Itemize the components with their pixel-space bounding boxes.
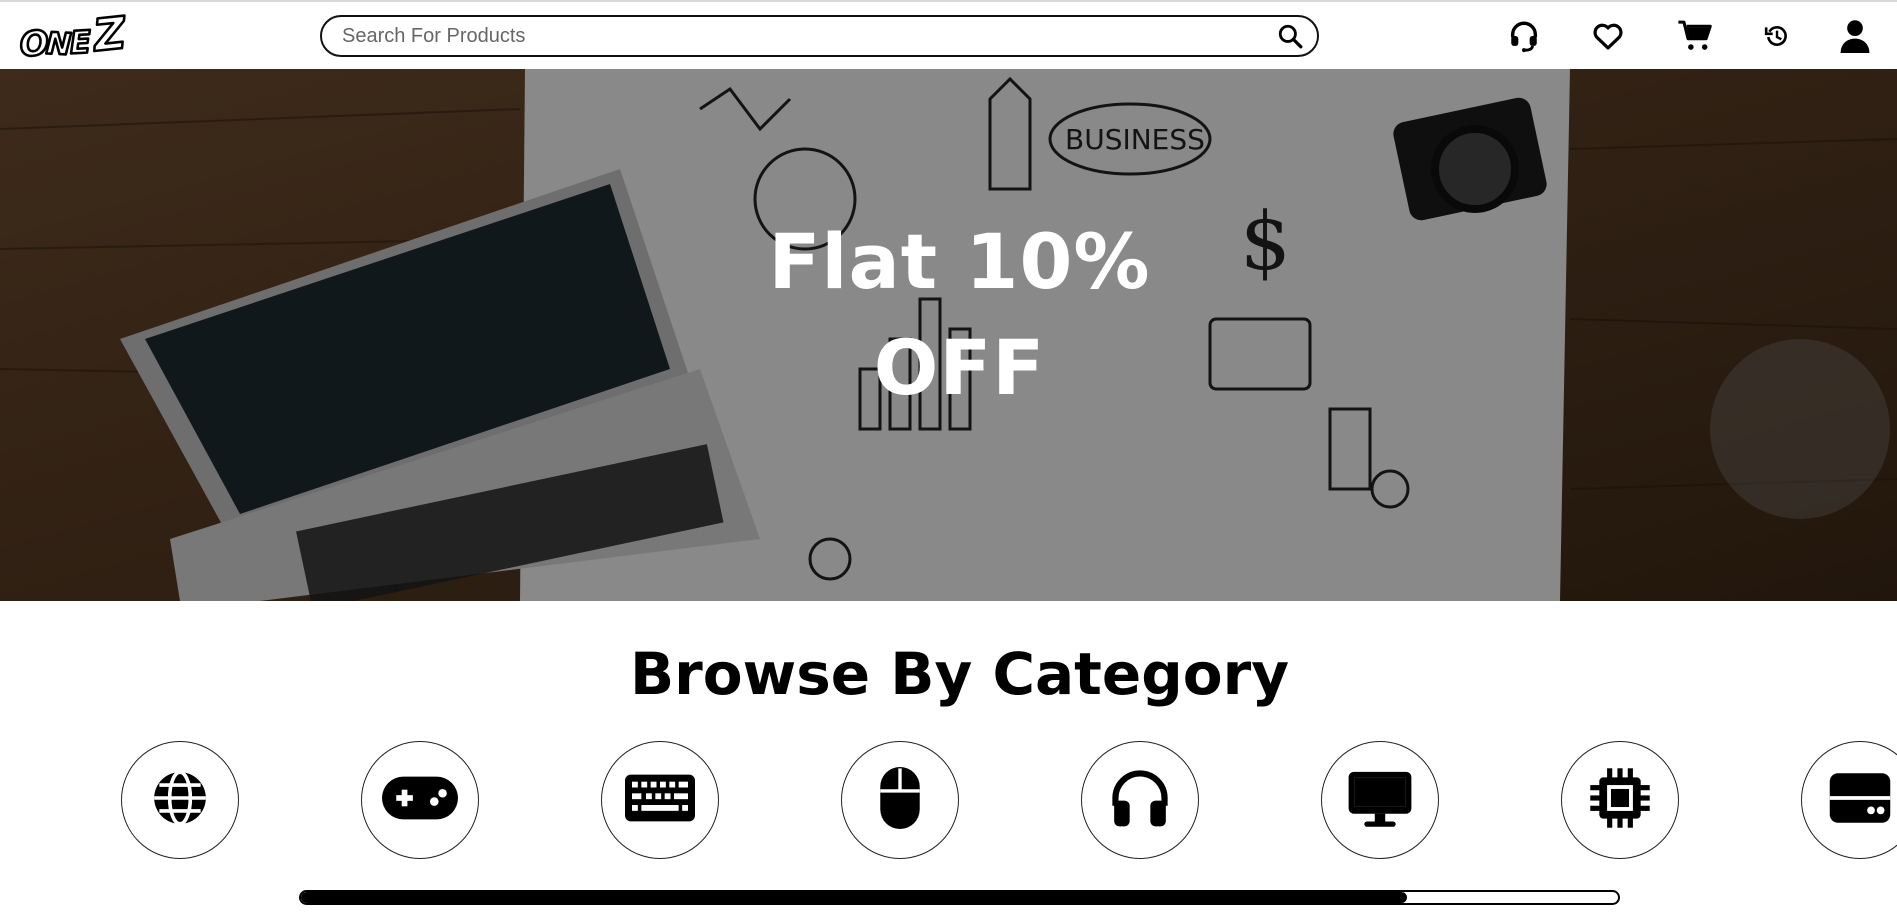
storage-drive-icon [1827, 770, 1893, 830]
site-header: O N E Z [0, 0, 1897, 69]
svg-text:Z: Z [89, 8, 129, 62]
svg-text:N: N [45, 26, 72, 62]
category-globe[interactable] [121, 741, 239, 859]
hero-promo-text: Flat 10% OFF [0, 209, 1897, 421]
keyboard-icon [625, 774, 695, 826]
search-bar [320, 15, 1319, 57]
onez-logo[interactable]: O N E Z [17, 6, 144, 66]
category-monitors[interactable] [1321, 741, 1439, 859]
headphones-icon [1109, 769, 1171, 831]
search-input[interactable] [322, 17, 1263, 55]
mouse-icon [876, 767, 924, 833]
globe-icon [149, 767, 211, 833]
category-processors[interactable] [1561, 741, 1679, 859]
category-storage[interactable] [1801, 741, 1897, 859]
category-headphones[interactable] [1081, 741, 1199, 859]
category-keyboards[interactable] [601, 741, 719, 859]
monitor-icon [1346, 768, 1414, 832]
category-mice[interactable] [841, 741, 959, 859]
user-icon[interactable] [1836, 16, 1874, 56]
history-icon[interactable] [1758, 16, 1796, 56]
hero-banner[interactable]: BUSINESS $ Flat 10% OFF [0, 69, 1897, 601]
browse-category-heading: Browse By Category [629, 640, 1290, 708]
category-scrollbar-thumb[interactable] [301, 892, 1408, 903]
cpu-chip-icon [1589, 767, 1651, 833]
category-carousel [0, 740, 1897, 862]
svg-text:E: E [69, 24, 92, 61]
search-icon[interactable] [1263, 17, 1317, 55]
cart-icon[interactable] [1676, 16, 1714, 56]
hero-promo-line-1: Flat 10% [768, 217, 1151, 306]
support-headset-icon[interactable] [1505, 16, 1543, 56]
hero-promo-line-2: OFF [873, 323, 1046, 412]
gamepad-icon [382, 773, 458, 827]
category-scrollbar[interactable] [299, 890, 1620, 905]
category-gaming[interactable] [361, 741, 479, 859]
heart-icon[interactable] [1589, 16, 1627, 56]
